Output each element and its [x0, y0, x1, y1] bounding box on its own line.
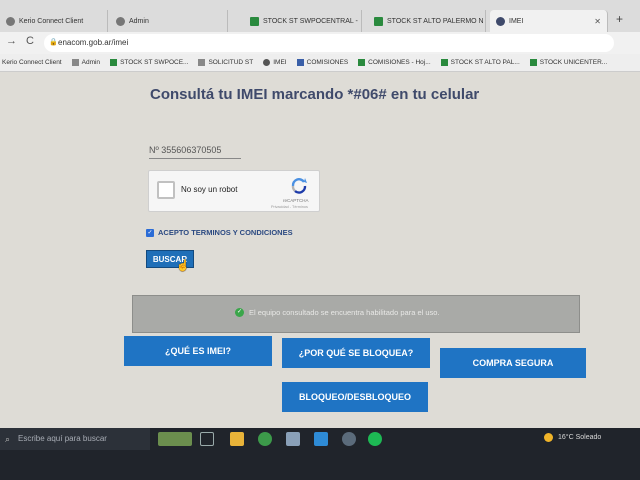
reload-icon[interactable]: C: [26, 35, 34, 47]
what-is-imei-button[interactable]: ¿QUÉ ES IMEI?: [124, 336, 272, 366]
taskbar-search[interactable]: ⌕ Escribe aquí para buscar: [0, 428, 150, 450]
lock-icon: 🔒: [49, 39, 58, 46]
page-content: Consultá tu IMEI marcando *#06# en tu ce…: [0, 72, 640, 428]
doc-icon: [198, 59, 206, 66]
address-bar: → C 🔒 enacom.gob.ar/imei: [0, 32, 640, 54]
check-circle-icon: ✓: [235, 308, 244, 317]
safe-purchase-button[interactable]: COMPRA SEGURA: [440, 348, 586, 378]
bookmark-comisiones[interactable]: COMISIONES: [296, 59, 348, 66]
block-unblock-button[interactable]: BLOQUEO/DESBLOQUEO: [282, 382, 428, 412]
terms-checkbox[interactable]: ✓: [146, 228, 154, 237]
taskbar: ⌕ Escribe aquí para buscar 16°C Soleado: [0, 428, 640, 480]
tab-stock-palermo[interactable]: STOCK ST ALTO PALERMO N: [368, 10, 486, 32]
why-blocked-button[interactable]: ¿POR QUÉ SE BLOQUEA?: [282, 338, 430, 368]
admin-icon: [116, 16, 125, 26]
bookmarks-bar: Kerio Connect Client Admin STOCK ST SWPO…: [0, 54, 640, 72]
drop-icon: [263, 59, 271, 66]
close-tab-icon[interactable]: ✕: [594, 17, 601, 26]
imei-icon: [496, 16, 505, 26]
recaptcha-logo-icon: [291, 178, 307, 194]
bookmark-kerio[interactable]: Kerio Connect Client: [2, 59, 62, 66]
bookmark-solicitud-st[interactable]: SOLICITUD ST: [198, 59, 253, 66]
new-tab-icon[interactable]: +: [616, 12, 623, 26]
weather-label[interactable]: 16°C Soleado: [558, 434, 601, 441]
bookmark-imei[interactable]: IMEI: [263, 59, 287, 66]
app-icon[interactable]: [286, 432, 300, 446]
sheet-icon: [358, 59, 366, 66]
bookmark-comisiones-hoja[interactable]: COMISIONES - Hoj...: [358, 59, 431, 66]
sun-icon: [544, 433, 553, 442]
bookmark-admin[interactable]: Admin: [71, 59, 100, 66]
status-message-box: ✓ El equipo consultado se encuentra habi…: [132, 295, 580, 333]
tab-imei[interactable]: IMEI ✕: [490, 10, 608, 32]
landscape-icon: [158, 432, 192, 446]
chrome-icon[interactable]: [258, 432, 272, 446]
status-message: El equipo consultado se encuentra habili…: [249, 308, 440, 317]
terms-row[interactable]: ✓ ACEPTO TERMINOS Y CONDICIONES: [146, 228, 293, 237]
search-icon: ⌕: [5, 434, 11, 444]
forward-icon[interactable]: →: [6, 35, 17, 47]
recaptcha-brand: reCAPTCHA: [283, 198, 309, 203]
doc-icon: [296, 59, 304, 66]
recaptcha-terms[interactable]: Privacidad - Términos: [271, 205, 308, 209]
screen: Kerio Connect Client Admin STOCK ST SWPO…: [0, 0, 640, 480]
file-explorer-icon[interactable]: [230, 432, 244, 446]
recaptcha-label: No soy un robot: [181, 185, 238, 194]
page-title: Consultá tu IMEI marcando *#06# en tu ce…: [150, 86, 480, 103]
sheet-icon: [250, 16, 259, 26]
spotify-icon[interactable]: [368, 432, 382, 446]
tab-admin[interactable]: Admin: [110, 10, 228, 32]
recaptcha-widget: No soy un robot reCAPTCHA Privacidad - T…: [148, 170, 320, 212]
tab-kerio[interactable]: Kerio Connect Client: [0, 10, 108, 32]
hand-cursor-icon: ☝: [176, 260, 190, 272]
url-field[interactable]: 🔒 enacom.gob.ar/imei: [44, 34, 614, 52]
globe-icon: [71, 59, 79, 66]
sheet-icon: [529, 59, 537, 66]
bookmark-stock-swpoce[interactable]: STOCK ST SWPOCE...: [110, 59, 188, 66]
tab-stock-central[interactable]: STOCK ST SWPOCENTRAL -: [244, 10, 362, 32]
app-icon-3[interactable]: [342, 432, 356, 446]
task-view-icon[interactable]: [200, 432, 214, 446]
bookmark-stock-alto-pal[interactable]: STOCK ST ALTO PAL...: [440, 59, 520, 66]
recaptcha-checkbox[interactable]: [157, 181, 175, 199]
terms-label: ACEPTO TERMINOS Y CONDICIONES: [158, 228, 293, 237]
kerio-icon: [6, 16, 15, 26]
app-icon-2[interactable]: [314, 432, 328, 446]
sheet-icon: [110, 59, 118, 66]
tab-strip: Kerio Connect Client Admin STOCK ST SWPO…: [0, 0, 640, 32]
imei-input[interactable]: Nº 355606370505: [149, 142, 241, 159]
sheet-icon: [440, 59, 448, 66]
bookmark-stock-unicenter[interactable]: STOCK UNICENTER...: [529, 59, 607, 66]
sheet-icon: [374, 16, 383, 26]
